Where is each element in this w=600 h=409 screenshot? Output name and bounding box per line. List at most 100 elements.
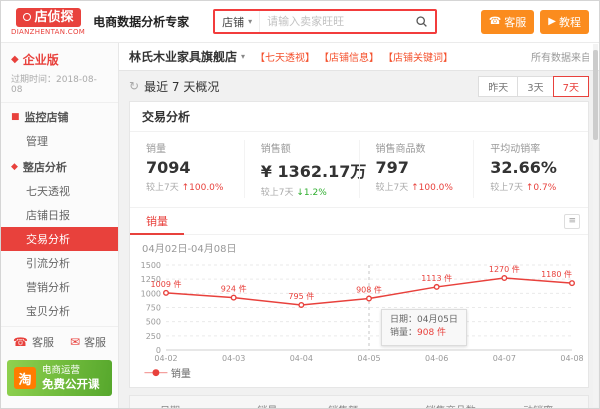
promo-line2: 免费公开课 (42, 377, 100, 391)
logo-box: 店侦探 (16, 8, 81, 27)
sidebar: ◆ 企业版 过期时间：2018-08-08 ■监控店铺管理◆整店分析七天透视店铺… (1, 43, 119, 408)
stat-compare-label: 较上7天 (261, 188, 297, 198)
shop-quick-link[interactable]: 【七天透视】 (255, 49, 315, 64)
sidebar-group-label: 整店分析 (23, 159, 67, 175)
sidebar-item-manage[interactable]: 管理 (1, 129, 118, 153)
stat-products: 销售商品数797较上7天 ↑100.0% (359, 140, 474, 198)
body-row: ◆ 企业版 过期时间：2018-08-08 ■监控店铺管理◆整店分析七天透视店铺… (1, 43, 599, 408)
shop-quick-link[interactable]: 【店铺关键词】 (383, 49, 453, 64)
table-header-cell: 销售商品数 (420, 396, 517, 408)
stat-compare-label: 较上7天 (146, 183, 182, 193)
sidebar-group-title[interactable]: ■监控店铺 (1, 103, 118, 129)
shop-name: 林氏木业家具旗舰店 (129, 48, 237, 65)
promo-text: 电商运营 免费公开课 (42, 365, 100, 391)
tab-sales[interactable]: 销量 (130, 208, 184, 235)
stat-rate: 平均动销率32.66%较上7天 ↑0.7% (473, 140, 588, 198)
stat-change: 较上7天 ↑100.0% (376, 180, 470, 193)
chart-date-range: 04月02日-04月08日 (130, 235, 588, 255)
svg-text:1500: 1500 (141, 261, 161, 270)
promo-banner[interactable]: 淘 电商运营 免费公开课 (7, 360, 112, 396)
stat-amount: 销售额 ¥ 1362.17万较上7天 ↓1.2% (244, 140, 359, 198)
scrollbar-thumb[interactable] (593, 50, 598, 140)
stat-change: 较上7天 ↑100.0% (146, 180, 240, 193)
sidebar-tools: 淘淘宝分析天天猫分析⚡无线分析↓降权查询车直通车推广★店铺DSR (1, 399, 118, 408)
app-window: 店侦探 DIANZHENTAN.COM 电商数据分析专家 店铺 ▾ ☎ 客服 ▶教程… (0, 0, 600, 409)
svg-text:908 件: 908 件 (356, 285, 382, 295)
refresh-icon[interactable]: ↻ (129, 79, 139, 93)
range-buttons: 昨天3天7天 (479, 76, 589, 97)
stat-value: ¥ 1362.17万 (261, 158, 355, 182)
stat-value: 7094 (146, 158, 240, 177)
range-button-7d[interactable]: 7天 (553, 76, 589, 97)
shop-selector[interactable]: 林氏木业家具旗舰店 ▾ (129, 48, 245, 65)
stat-change: 较上7天 ↑0.7% (490, 180, 584, 193)
sidebar-item-daily-report[interactable]: 店铺日报 (1, 203, 118, 227)
stat-change-value: ↑0.7% (526, 183, 556, 193)
logo[interactable]: 店侦探 DIANZHENTAN.COM (11, 8, 85, 36)
svg-text:1270 件: 1270 件 (489, 264, 520, 274)
phone-icon: ☎ (13, 335, 28, 349)
shop-subheader: 林氏木业家具旗舰店 ▾ 【七天透视】【店铺信息】【店铺关键词】 所有数据来自 (119, 43, 599, 71)
chart-menu-icon[interactable]: ≡ (564, 214, 580, 229)
svg-text:795 件: 795 件 (288, 291, 314, 301)
sidebar-item-item-analysis[interactable]: 宝贝分析 (1, 299, 118, 323)
shop-quick-link[interactable]: 【店铺信息】 (319, 49, 379, 64)
chevron-down-icon: ▾ (241, 52, 245, 61)
search-category-dropdown[interactable]: 店铺 ▾ (215, 11, 260, 32)
search-input[interactable] (260, 15, 407, 28)
svg-text:1009 件: 1009 件 (151, 279, 182, 289)
taobao-badge-icon: 淘 (14, 367, 36, 389)
chevron-down-icon: ▾ (248, 17, 252, 26)
stat-label: 销量 (146, 140, 240, 155)
phone-icon: ☎ (489, 16, 501, 27)
shop-quick-links: 【七天透视】【店铺信息】【店铺关键词】 (255, 49, 453, 64)
contact-service[interactable]: ☎ 客服 (13, 334, 54, 350)
header-button-label: 教程 (559, 14, 581, 30)
message-icon: ✉ (70, 335, 80, 349)
range-button-3d[interactable]: 3天 (517, 76, 553, 97)
range-button-yesterday[interactable]: 昨天 (478, 76, 518, 97)
search-category-label: 店铺 (222, 14, 244, 30)
sidebar-contacts: ☎ 客服 ✉ 客服 (1, 326, 118, 357)
stat-label: 销售商品数 (376, 140, 470, 155)
sidebar-group-title[interactable]: ◆ 整店分析 (1, 153, 118, 179)
contact-service[interactable]: ✉ 客服 (70, 334, 106, 350)
monitor-icon: ■ (11, 112, 20, 122)
sidebar-item-marketing-analysis[interactable]: 营销分析 (1, 275, 118, 299)
header-button-play-icon[interactable]: ▶教程 (540, 10, 589, 34)
sales-chart-svg: 02505007501000125015001009 件04-02924 件04… (132, 257, 584, 363)
sidebar-item-trade-analysis[interactable]: 交易分析 (1, 227, 118, 251)
version-badge: ◆ 企业版 (1, 43, 118, 70)
overview-bar: ↻ 最近 7 天概况 昨天3天7天 (129, 77, 589, 95)
svg-text:1000: 1000 (141, 289, 161, 298)
diamond-icon: ◆ (11, 54, 19, 65)
svg-text:04-07: 04-07 (493, 354, 516, 363)
logo-text: 店侦探 (35, 11, 74, 24)
scrollbar[interactable] (593, 44, 598, 407)
trade-analysis-card: 交易分析 销量7094较上7天 ↑100.0%销售额¥ 1362.17万较上7天… (129, 101, 589, 388)
contact-label: 客服 (84, 334, 106, 350)
svg-text:04-05: 04-05 (357, 354, 380, 363)
overview-title: 最近 7 天概况 (144, 78, 219, 95)
stat-value: 32.66% (490, 158, 584, 177)
stat-change-value: ↓1.2% (296, 188, 326, 198)
table-header-cell: 销售额 (322, 396, 419, 408)
logo-magnifier-icon (23, 13, 31, 21)
svg-text:1180 件: 1180 件 (541, 269, 572, 279)
slogan: 电商数据分析专家 (93, 13, 189, 30)
search-button[interactable] (407, 11, 435, 32)
chart-legend[interactable]: —●— 销量 (130, 363, 588, 387)
legend-marker-icon: —●— (144, 368, 167, 378)
stat-change-value: ↑100.0% (182, 183, 224, 193)
contact-label: 客服 (32, 334, 54, 350)
stat-compare-label: 较上7天 (490, 183, 526, 193)
logo-subtext: DIANZHENTAN.COM (11, 28, 85, 36)
header-button-phone-icon[interactable]: ☎客服 (481, 10, 534, 34)
sidebar-item-traffic-analysis[interactable]: 引流分析 (1, 251, 118, 275)
svg-text:250: 250 (146, 332, 161, 341)
sidebar-item-seven-day[interactable]: 七天透视 (1, 179, 118, 203)
content: ↻ 最近 7 天概况 昨天3天7天 交易分析 销量7094较上7天 ↑100.0… (119, 71, 599, 408)
shop-analysis-icon: ◆ (11, 162, 18, 172)
stat-volume: 销量 7094 较上7天 ↑100.0% (130, 140, 244, 198)
stat-label: 销售额 (261, 140, 355, 155)
